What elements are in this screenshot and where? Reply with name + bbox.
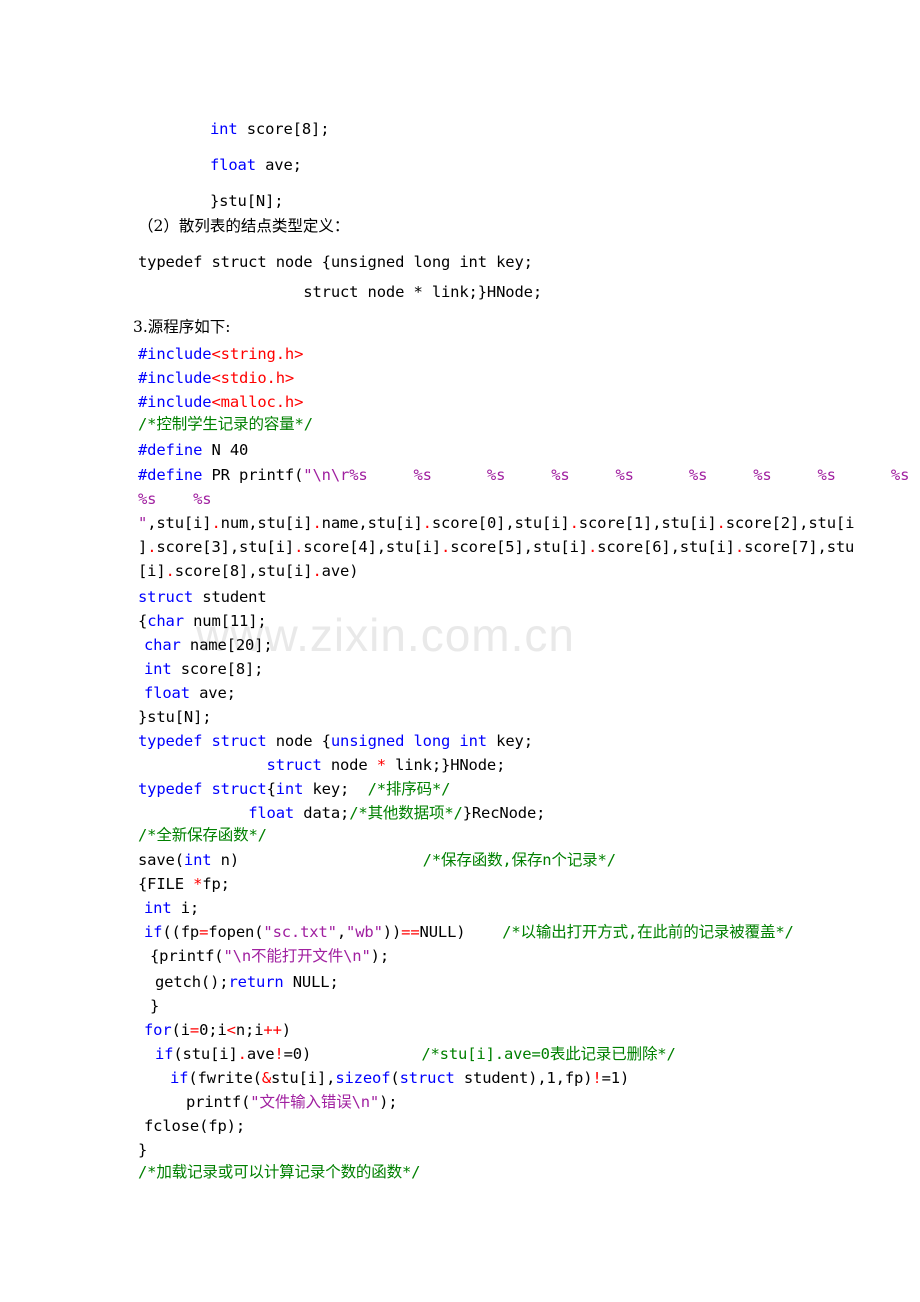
code-line: #define PR printf("\n\r%s %s %s %s %s %s… — [138, 466, 910, 484]
code-line: typedef struct node {unsigned long int k… — [138, 732, 533, 750]
code-line: /*加载记录或可以计算记录个数的函数*/ — [138, 1163, 421, 1181]
code-line: getch();return NULL; — [155, 973, 339, 991]
code-line: %s %s — [138, 490, 212, 508]
code-line: char name[20]; — [144, 636, 273, 654]
code-line: printf("文件输入错误\n"); — [186, 1093, 398, 1111]
code-line: } — [150, 997, 160, 1015]
code-line: {char num[11]; — [138, 612, 267, 630]
document-page: www.zixin.com.cn int score[8]; float ave… — [0, 0, 920, 1302]
code-line: #include<string.h> — [138, 345, 304, 363]
code-line: save(int n) /*保存函数,保存n个记录*/ — [138, 851, 616, 869]
code-line: }stu[N]; — [138, 708, 212, 726]
code-line: #define N 40 — [138, 441, 249, 459]
code-line: #include<malloc.h> — [138, 393, 304, 411]
code-line: struct node * link;}HNode; — [138, 283, 542, 301]
code-line: int score[8]; — [144, 660, 264, 678]
code-line: if(stu[i].ave!=0) /*stu[i].ave=0表此记录已删除*… — [155, 1045, 676, 1063]
code-line: #include<stdio.h> — [138, 369, 295, 387]
code-line: int score[8]; — [210, 120, 330, 138]
code-line: float data;/*其他数据项*/}RecNode; — [248, 804, 546, 822]
code-line: }stu[N]; — [210, 192, 284, 210]
code-line: if(fwrite(&stu[i],sizeof(struct student)… — [170, 1069, 630, 1087]
code-line: /*全新保存函数*/ — [138, 826, 267, 844]
code-line: typedef struct node {unsigned long int k… — [138, 253, 533, 271]
code-line: float ave; — [144, 684, 236, 702]
code-line: {printf("\n不能打开文件\n"); — [150, 947, 390, 965]
code-line: if((fp=fopen("sc.txt","wb"))==NULL) /*以输… — [144, 923, 794, 941]
prose-line: （2）散列表的结点类型定义： — [138, 217, 350, 235]
code-line: typedef struct{int key; /*排序码*/ — [138, 780, 451, 798]
code-line: {FILE *fp; — [138, 875, 230, 893]
code-line: struct node * link;}HNode; — [266, 756, 506, 774]
code-line: for(i=0;i<n;i++) — [144, 1021, 291, 1039]
code-line: int i; — [144, 899, 200, 917]
prose-line: 3.源程序如下: — [133, 318, 231, 336]
code-line: float ave; — [210, 156, 302, 174]
code-line: } — [138, 1141, 148, 1159]
code-line: [i].score[8],stu[i].ave) — [138, 562, 359, 580]
code-line: /*控制学生记录的容量*/ — [138, 415, 313, 433]
code-line: fclose(fp); — [144, 1117, 245, 1135]
code-line: ].score[3],stu[i].score[4],stu[i].score[… — [138, 538, 855, 556]
code-line: struct student — [138, 588, 267, 606]
code-line: ",stu[i].num,stu[i].name,stu[i].score[0]… — [138, 514, 855, 532]
